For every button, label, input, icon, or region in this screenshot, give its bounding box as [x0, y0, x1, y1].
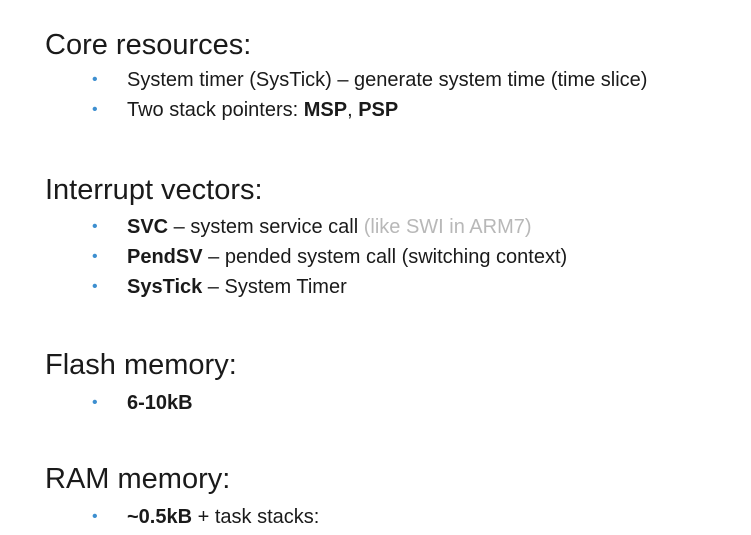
bullet-icon: •: [92, 278, 98, 295]
item-text-bold: ~0.5kB: [127, 506, 193, 528]
bullet-icon: •: [92, 248, 98, 265]
bullet-icon: •: [92, 101, 98, 118]
section-heading: RAM memory:: [45, 463, 231, 495]
item-text-bold: PendSV: [127, 246, 203, 268]
section-interrupt-vectors: Interrupt vectors: • SVC – system servic…: [45, 173, 567, 302]
section-heading: Interrupt vectors:: [45, 174, 263, 206]
section-heading: Core resources:: [45, 29, 252, 61]
bullet-icon: •: [92, 71, 98, 88]
item-text-bold: MSP: [303, 99, 348, 121]
list-item: • System timer (SysTick) – generate syst…: [45, 65, 647, 95]
item-text: Two stack pointers:: [127, 99, 304, 121]
list-item: • SVC – system service call (like SWI in…: [45, 212, 567, 242]
item-text: System timer (SysTick) – generate system…: [127, 69, 648, 91]
list-item: • Two stack pointers: MSP, PSP: [45, 95, 647, 125]
item-text-muted: (like SWI in ARM7): [363, 216, 532, 238]
item-text: ,: [347, 99, 359, 121]
bullet-list: • System timer (SysTick) – generate syst…: [45, 65, 647, 125]
item-text-bold: SVC: [127, 216, 169, 238]
item-text: + task stacks:: [192, 506, 320, 528]
section-ram-memory: RAM memory: • ~0.5kB + task stacks:: [45, 462, 319, 532]
bullet-icon: •: [92, 218, 98, 235]
section-heading: Flash memory:: [45, 349, 237, 381]
item-text: – system service call: [168, 216, 364, 238]
item-text-bold: 6-10kB: [127, 392, 193, 414]
list-item: • SysTick – System Timer: [45, 272, 567, 302]
list-item: • 6-10kB: [45, 388, 237, 418]
bullet-list: • 6-10kB: [45, 388, 237, 418]
section-flash-memory: Flash memory: • 6-10kB: [45, 348, 237, 418]
item-text-bold: PSP: [358, 99, 399, 121]
bullet-list: • SVC – system service call (like SWI in…: [45, 212, 567, 302]
bullet-icon: •: [92, 508, 98, 525]
item-text: – System Timer: [202, 276, 347, 298]
bullet-list: • ~0.5kB + task stacks:: [45, 502, 319, 532]
bullet-icon: •: [92, 394, 98, 411]
item-text: – pended system call (switching context): [202, 246, 568, 268]
section-core-resources: Core resources: • System timer (SysTick)…: [45, 28, 647, 125]
list-item: • ~0.5kB + task stacks:: [45, 502, 319, 532]
item-text-bold: SysTick: [127, 276, 203, 298]
list-item: • PendSV – pended system call (switching…: [45, 242, 567, 272]
